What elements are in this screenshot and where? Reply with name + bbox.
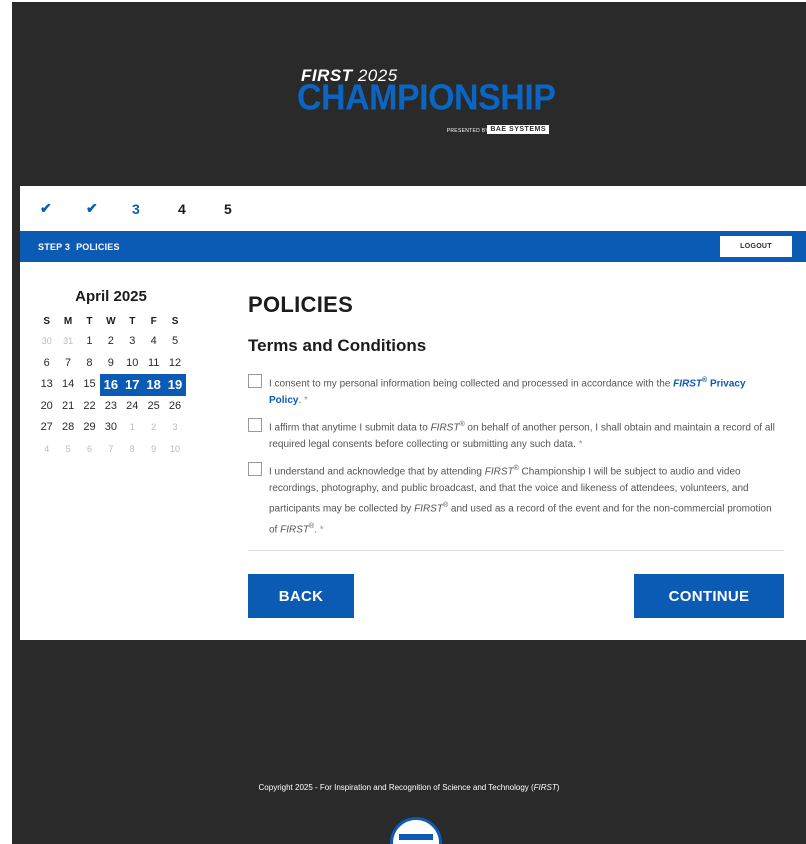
calendar-grid: S M T W T F S 30 31 1 2 3 4 5 6 7 8 9 10 11 12 13 14 15 16 17 18 19… — [36, 313, 186, 460]
weekday-header: W — [106, 316, 116, 327]
calendar-day: 1 — [86, 335, 93, 347]
calendar-day: 3 — [129, 335, 136, 347]
calendar-day: 11 — [147, 356, 160, 369]
policy-affirm: I affirm that anytime I submit data to F… — [248, 416, 778, 453]
calendar-day: 13 — [40, 378, 53, 390]
logout-button[interactable]: LOGOUT — [720, 236, 792, 257]
calendar-day-event: 16 — [100, 374, 122, 396]
calendar-day: 2 — [151, 422, 157, 432]
footer-copyright: Copyright 2025 - For Inspiration and Rec… — [258, 783, 560, 792]
calendar-day: 12 — [168, 356, 182, 369]
calendar-day: 14 — [61, 378, 75, 390]
calendar-day: 24 — [126, 399, 139, 412]
logo-championship: CHAMPIONSHIP — [297, 78, 556, 118]
calendar-month-title: April 2025 — [75, 288, 147, 305]
step-5: 5 — [224, 200, 232, 217]
calendar-day: 5 — [171, 335, 179, 347]
calendar-day: 15 — [83, 378, 96, 390]
step-2-check-icon[interactable]: ✔ — [86, 200, 132, 217]
calendar-day: 29 — [83, 421, 96, 433]
championship-logo: FIRST 2025 CHAMPIONSHIP PRESENTED BY BAE… — [297, 66, 556, 138]
app-frame: FIRST 2025 CHAMPIONSHIP PRESENTED BY BAE… — [12, 2, 806, 844]
calendar-day: 9 — [151, 443, 157, 454]
step-1-check-icon[interactable]: ✔ — [40, 200, 86, 217]
calendar-day: 27 — [40, 421, 53, 433]
step-name-label: POLICIES — [76, 241, 120, 252]
calendar-day: 21 — [61, 399, 75, 412]
weekday-header: T — [129, 316, 136, 327]
media-checkbox[interactable] — [248, 462, 262, 476]
weekday-header: S — [43, 316, 51, 327]
calendar-day: 9 — [107, 356, 114, 369]
weekday-header: T — [86, 316, 93, 327]
step-4: 4 — [178, 200, 186, 217]
logo-presented-by: PRESENTED BY — [446, 128, 489, 134]
consent-checkbox[interactable] — [248, 374, 262, 388]
calendar-day: 7 — [108, 443, 114, 454]
calendar-day: 20 — [40, 399, 53, 412]
policy-media: I understand and acknowledge that by att… — [248, 460, 778, 538]
calendar-day: 4 — [44, 443, 50, 454]
calendar-day: 31 — [63, 336, 74, 346]
calendar-day: 10 — [170, 443, 181, 454]
footer-seal-logo — [390, 817, 442, 844]
back-button[interactable]: BACK — [248, 574, 354, 618]
calendar-day: 2 — [107, 335, 114, 347]
sponsor-logo: BAE SYSTEMS — [487, 125, 549, 134]
calendar-day: 30 — [104, 421, 117, 433]
step-number-label: STEP 3 — [38, 241, 71, 252]
calendar-day: 1 — [129, 422, 135, 432]
registration-panel: ✔ ✔ 3 4 5 STEP 3 POLICIES LOGOUT April 2… — [20, 186, 806, 640]
calendar-day: 5 — [65, 443, 71, 454]
affirm-text: I affirm that anytime I submit data to F… — [269, 421, 775, 451]
calendar-day: 30 — [41, 336, 52, 346]
calendar-day: 22 — [83, 399, 96, 412]
policy-consent: I consent to my personal information bei… — [248, 372, 778, 409]
section-title: Terms and Conditions — [248, 336, 427, 355]
calendar-day: 6 — [86, 443, 92, 454]
calendar-day: 25 — [147, 399, 160, 412]
calendar-day: 10 — [126, 356, 139, 369]
calendar-day-event: 19 — [164, 374, 186, 396]
step-3[interactable]: 3 — [132, 201, 178, 217]
step-header-bar: STEP 3 POLICIES LOGOUT — [20, 231, 806, 262]
calendar-day: 23 — [104, 399, 117, 412]
section-divider — [248, 550, 784, 551]
consent-text: I consent to my personal information bei… — [269, 377, 746, 407]
affirm-checkbox[interactable] — [248, 418, 262, 432]
calendar-day: 28 — [61, 421, 75, 433]
calendar-day: 8 — [86, 356, 93, 369]
step-indicator: ✔ ✔ 3 4 5 — [20, 186, 806, 231]
calendar-day-event: 17 — [121, 374, 143, 396]
calendar-day: 26 — [168, 399, 182, 412]
calendar-day: 7 — [65, 356, 72, 369]
calendar-day: 3 — [172, 422, 178, 432]
event-calendar: April 2025 S M T W T F S 30 31 1 2 3 4 5 6 7 8 9 10 11 12 13 1… — [36, 288, 186, 460]
calendar-day: 6 — [43, 356, 50, 369]
calendar-day-event: 18 — [142, 374, 165, 396]
weekday-header: M — [63, 316, 73, 327]
calendar-day: 8 — [129, 443, 135, 454]
calendar-day: 4 — [150, 335, 157, 347]
weekday-header: F — [150, 316, 157, 327]
page-title: POLICIES — [248, 292, 354, 317]
media-text: I understand and acknowledge that by att… — [269, 465, 772, 535]
continue-button[interactable]: CONTINUE — [634, 574, 784, 618]
weekday-header: S — [171, 316, 179, 327]
